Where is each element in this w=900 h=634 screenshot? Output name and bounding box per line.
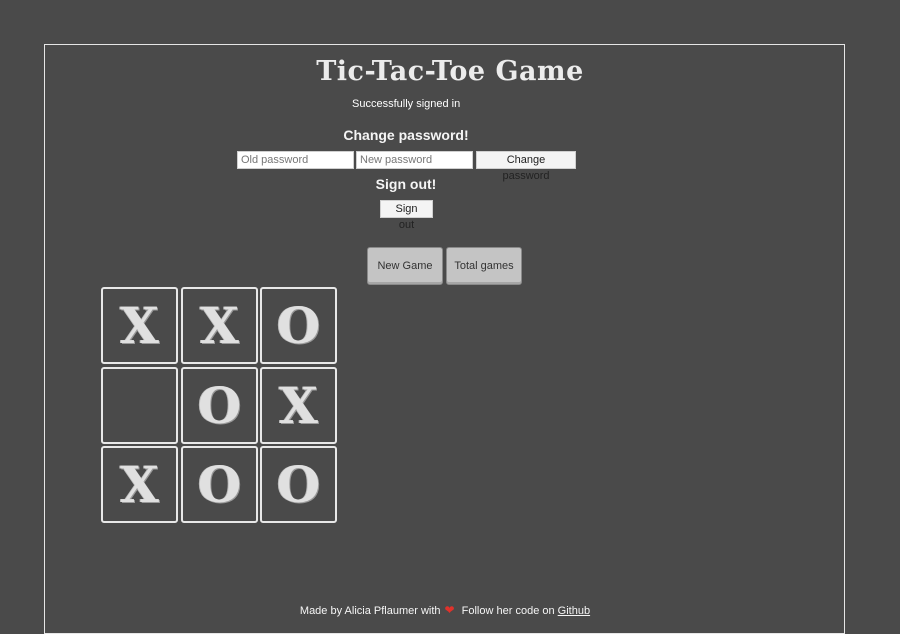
sign-out-heading: Sign out! <box>375 176 437 192</box>
board-cell-3[interactable] <box>101 367 178 444</box>
new-password-input[interactable] <box>356 151 473 169</box>
total-games-button[interactable]: Total games <box>446 247 522 285</box>
footer-follow: Follow her code on <box>461 605 555 617</box>
old-password-input[interactable] <box>237 151 354 169</box>
game-board: X X O O X X O O <box>101 287 337 523</box>
change-password-heading: Change password! <box>343 127 469 143</box>
heart-icon: ❤ <box>444 603 455 617</box>
board-cell-1[interactable]: X <box>181 287 258 364</box>
board-cell-2[interactable]: O <box>260 287 337 364</box>
board-cell-5[interactable]: X <box>260 367 337 444</box>
board-cell-8[interactable]: O <box>260 446 337 523</box>
github-link[interactable]: Github <box>558 605 590 617</box>
status-message: Successfully signed in <box>352 98 461 110</box>
new-game-button[interactable]: New Game <box>367 247 443 285</box>
board-cell-4[interactable]: O <box>181 367 258 444</box>
footer-made-by: Made by Alicia Pflaumer with <box>299 605 441 617</box>
board-cell-6[interactable]: X <box>101 446 178 523</box>
page-title: Tic-Tac-Toe Game <box>316 56 584 87</box>
board-cell-0[interactable]: X <box>101 287 178 364</box>
board-cell-7[interactable]: O <box>181 446 258 523</box>
footer: Made by Alicia Pflaumer with ❤ Follow her… <box>0 603 890 617</box>
sign-out-button[interactable]: Sign out <box>380 200 433 231</box>
change-password-button[interactable]: Change password <box>476 151 576 182</box>
